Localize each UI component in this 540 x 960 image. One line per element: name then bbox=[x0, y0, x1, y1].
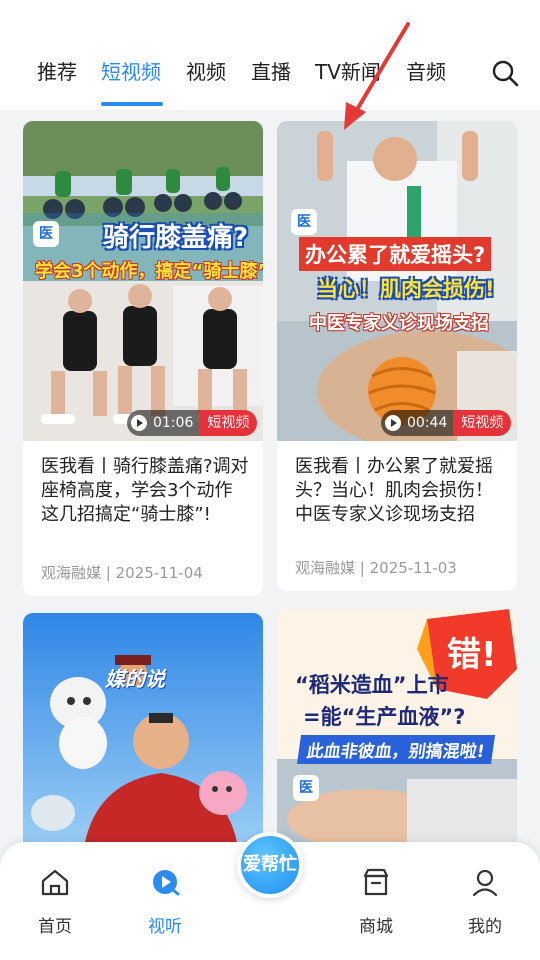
thumbnail-headline: “稻米造血”上市 bbox=[295, 673, 449, 697]
nav-item-store[interactable]: 商城 bbox=[336, 866, 416, 937]
video-title[interactable]: 医我看丨办公累了就爱摇头？当心！肌肉会损伤！中医专家义诊现场支招 bbox=[295, 455, 505, 527]
video-meta: 观海融媒 | 2025-11-04 bbox=[41, 562, 203, 583]
meta-separator: | bbox=[101, 564, 116, 582]
tab-short-video[interactable]: 短视频 bbox=[101, 56, 161, 88]
tab-recommend[interactable]: 推荐 bbox=[37, 56, 77, 88]
brand-logo: 医 bbox=[291, 209, 317, 235]
video-thumbnail: 错! “稻米造血”上市 =能“生产血液”? 此血非彼血，别搞混啦! 医 bbox=[277, 609, 517, 853]
thumbnail-burst: 错! bbox=[447, 635, 497, 675]
tab-live[interactable]: 直播 bbox=[251, 56, 291, 88]
brand-logo: 医 bbox=[293, 775, 319, 801]
nav-item-audiovisual[interactable]: 视听 bbox=[125, 866, 205, 937]
nav-item-home[interactable]: 首页 bbox=[15, 866, 95, 937]
store-icon bbox=[363, 868, 389, 896]
short-video-tag: 短视频 bbox=[453, 410, 512, 436]
video-title[interactable]: 医我看丨骑行膝盖痛?调对座椅高度，学会3个动作 这几招搞定“骑士膝”! bbox=[41, 455, 251, 527]
video-card[interactable]: 错! “稻米造血”上市 =能“生产血液”? 此血非彼血，别搞混啦! 医 bbox=[277, 609, 517, 853]
meta-separator: | bbox=[355, 559, 370, 577]
search-icon[interactable] bbox=[490, 58, 520, 88]
short-video-tag: 短视频 bbox=[199, 410, 258, 436]
tab-video[interactable]: 视频 bbox=[186, 56, 226, 88]
video-thumbnail: 医 骑行膝盖痛? 学会3个动作，搞定“骑士膝” 01:06 短视频 bbox=[23, 121, 263, 441]
video-thumbnail: 媒的说 bbox=[23, 613, 263, 853]
nav-label: 首页 bbox=[38, 917, 72, 937]
video-date: 2025-11-03 bbox=[369, 559, 457, 577]
video-card[interactable]: 医 办公累了就爱摇头? 当心！肌肉会损伤! 中医专家义诊现场支招 00:44 短… bbox=[277, 121, 517, 591]
thumbnail-subheadline: 当心！肌肉会损伤! bbox=[317, 277, 495, 301]
thumbnail-subheadline: =能“生产血液”? bbox=[303, 705, 466, 729]
duration-badge: 00:44 短视频 bbox=[381, 410, 512, 436]
video-thumbnail: 医 办公累了就爱摇头? 当心！肌肉会损伤! 中医专家义诊现场支招 00:44 短… bbox=[277, 121, 517, 441]
video-source: 观海融媒 bbox=[41, 564, 102, 582]
annotation-arrow-icon bbox=[344, 22, 410, 130]
program-logo: 媒的说 bbox=[105, 667, 165, 691]
video-source: 观海融媒 bbox=[295, 559, 356, 577]
thumbnail-headline: 办公累了就爱摇头? bbox=[299, 237, 492, 271]
duration-badge: 01:06 短视频 bbox=[127, 410, 258, 436]
play-icon bbox=[127, 410, 151, 436]
nav-label: 我的 bbox=[468, 917, 502, 937]
active-tab-indicator bbox=[101, 102, 163, 106]
play-circle-icon bbox=[153, 870, 180, 896]
video-meta: 观海融媒 | 2025-11-03 bbox=[295, 557, 457, 578]
thumbnail-subheadline: 学会3个动作，搞定“骑士膝” bbox=[35, 261, 263, 282]
home-icon bbox=[41, 869, 69, 896]
thumbnail-caption: 此血非彼血，别搞混啦! bbox=[296, 735, 495, 764]
nav-label: 视听 bbox=[148, 917, 182, 937]
user-icon bbox=[472, 869, 498, 897]
play-icon bbox=[381, 410, 405, 436]
video-card[interactable]: 媒的说 bbox=[23, 613, 263, 853]
aibangmang-button[interactable]: 爱帮忙 bbox=[237, 832, 303, 898]
thumbnail-headline: 骑行膝盖痛? bbox=[103, 223, 249, 253]
duration-text: 01:06 bbox=[151, 410, 200, 436]
duration-text: 00:44 bbox=[405, 410, 454, 436]
video-card[interactable]: 医 骑行膝盖痛? 学会3个动作，搞定“骑士膝” 01:06 短视频 医我看丨骑行… bbox=[23, 121, 263, 596]
brand-logo: 医 bbox=[33, 221, 59, 247]
top-tab-bar: 推荐 短视频 视频 直播 TV新闻 音频 bbox=[0, 0, 540, 110]
video-date: 2025-11-04 bbox=[115, 564, 203, 582]
nav-item-mine[interactable]: 我的 bbox=[445, 866, 525, 937]
nav-label: 商城 bbox=[359, 917, 393, 937]
thumbnail-caption: 中医专家义诊现场支招 bbox=[309, 313, 489, 334]
